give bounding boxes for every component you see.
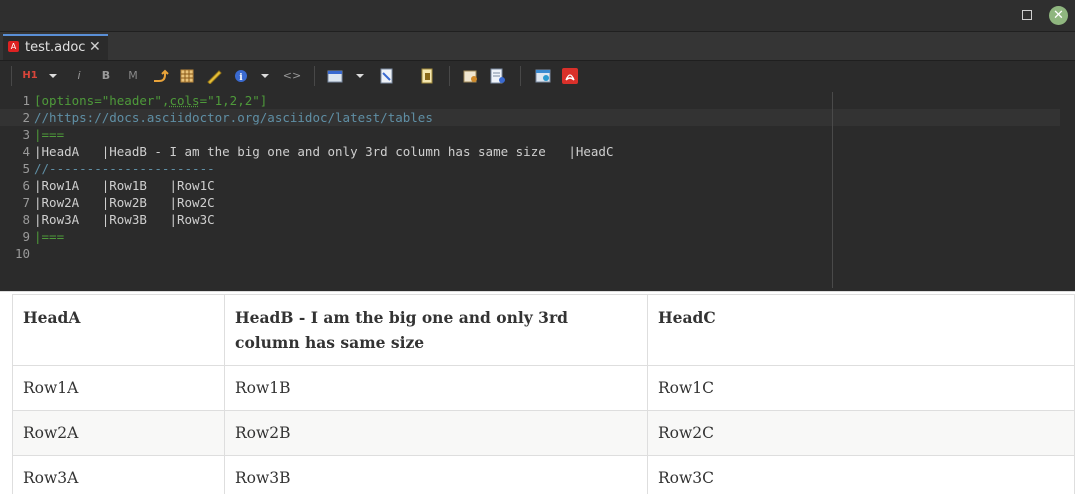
line-code: |=== — [34, 228, 64, 245]
document-export-icon[interactable] — [419, 68, 435, 84]
editor-line[interactable]: 8|Row3A |Row3B |Row3C — [0, 211, 1060, 228]
line-code: //---------------------- — [34, 160, 215, 177]
line-code: |Row3A |Row3B |Row3C — [34, 211, 215, 228]
html-preview-pane: HeadA HeadB - I am the big one and only … — [0, 291, 1075, 494]
asciidoc-source-editor[interactable]: 1[options="header",cols="1,2,2"]2//https… — [0, 91, 1075, 291]
editor-line[interactable]: 10 — [0, 245, 1060, 262]
line-number: 3 — [0, 126, 30, 143]
line-number: 5 — [0, 160, 30, 177]
line-number: 10 — [0, 245, 30, 262]
editor-line[interactable]: 4|HeadA |HeadB - I am the big one and on… — [0, 143, 1060, 160]
maximize-window-icon[interactable] — [1022, 10, 1032, 20]
editor-toolbar: H1 i B M i <> — [0, 61, 1075, 91]
tab-close-icon[interactable]: ✕ — [89, 39, 101, 55]
table-cell: Row3A — [13, 456, 225, 494]
table-cell: Row1A — [13, 366, 225, 411]
toolbar-separator — [314, 66, 315, 86]
editor-print-margin — [832, 92, 833, 288]
code-icon[interactable]: <> — [282, 68, 302, 84]
table-cell: Row3C — [648, 456, 1075, 494]
table-cell: Row2B — [225, 411, 648, 456]
editor-tabbar: A test.adoc ✕ — [0, 32, 1075, 61]
header-cell-c: HeadC — [648, 295, 1075, 366]
heading-icon[interactable]: H1 — [20, 68, 40, 84]
tab-title: test.adoc — [25, 40, 85, 55]
editor-line[interactable]: 7|Row2A |Row2B |Row2C — [0, 194, 1060, 211]
line-code: |=== — [34, 126, 64, 143]
line-code: |Row2A |Row2B |Row2C — [34, 194, 215, 211]
line-number: 6 — [0, 177, 30, 194]
link-icon[interactable] — [151, 68, 169, 84]
close-window-button[interactable]: ✕ — [1049, 6, 1068, 25]
line-number: 2 — [0, 109, 30, 126]
dropdown-icon[interactable] — [353, 68, 367, 84]
toolbar-separator — [520, 66, 521, 86]
table-icon[interactable] — [179, 68, 195, 84]
header-cell-a: HeadA — [13, 295, 225, 366]
table-row: Row2A Row2B Row2C — [13, 411, 1075, 456]
table-cell: Row2A — [13, 411, 225, 456]
info-icon[interactable]: i — [233, 68, 249, 84]
editor-line[interactable]: 1[options="header",cols="1,2,2"] — [0, 92, 1060, 109]
line-code: |Row1A |Row1B |Row1C — [34, 177, 215, 194]
editor-line[interactable]: 3|=== — [0, 126, 1060, 143]
line-code: [options="header",cols="1,2,2"] — [34, 92, 267, 109]
line-code: //https://docs.asciidoctor.org/asciidoc/… — [34, 109, 433, 126]
table-row: Row3A Row3B Row3C — [13, 456, 1075, 494]
editor-line[interactable]: 5//---------------------- — [0, 160, 1060, 177]
browser-icon[interactable] — [535, 68, 551, 84]
header-cell-b: HeadB - I am the big one and only 3rd co… — [225, 295, 648, 366]
monospace-icon[interactable]: M — [126, 68, 140, 84]
window-titlebar: ✕ — [0, 0, 1075, 32]
table-cell: Row3B — [225, 456, 648, 494]
table-cell: Row2C — [648, 411, 1075, 456]
toolbar-separator — [11, 66, 12, 86]
table-cell: Row1C — [648, 366, 1075, 411]
table-header-row: HeadA HeadB - I am the big one and only … — [13, 295, 1075, 366]
tab-test-adoc[interactable]: A test.adoc ✕ — [3, 34, 108, 60]
line-code: |HeadA |HeadB - I am the big one and onl… — [34, 143, 613, 160]
editor-line[interactable]: 6|Row1A |Row1B |Row1C — [0, 177, 1060, 194]
dropdown-icon[interactable] — [46, 68, 60, 84]
pdf-icon[interactable] — [562, 68, 578, 84]
line-number: 7 — [0, 194, 30, 211]
dropdown-icon[interactable] — [258, 68, 272, 84]
bold-icon[interactable]: B — [99, 68, 113, 84]
line-number: 4 — [0, 143, 30, 160]
line-number: 9 — [0, 228, 30, 245]
editor-line[interactable]: 2//https://docs.asciidoctor.org/asciidoc… — [0, 109, 1060, 126]
svg-text:i: i — [239, 73, 243, 83]
preview-table: HeadA HeadB - I am the big one and only … — [12, 294, 1075, 494]
editor-line[interactable]: 9|=== — [0, 228, 1060, 245]
pencil-icon[interactable] — [205, 68, 223, 84]
table-row: Row1A Row1B Row1C — [13, 366, 1075, 411]
asciidoc-file-icon: A — [8, 41, 19, 52]
document-icon[interactable] — [378, 68, 396, 84]
folder-icon[interactable] — [462, 68, 480, 84]
italic-icon[interactable]: i — [72, 68, 86, 84]
line-number: 8 — [0, 211, 30, 228]
settings-icon[interactable] — [489, 68, 507, 84]
line-number: 1 — [0, 92, 30, 109]
toolbar-separator — [449, 66, 450, 86]
table-cell: Row1B — [225, 366, 648, 411]
window-icon[interactable] — [327, 68, 343, 84]
